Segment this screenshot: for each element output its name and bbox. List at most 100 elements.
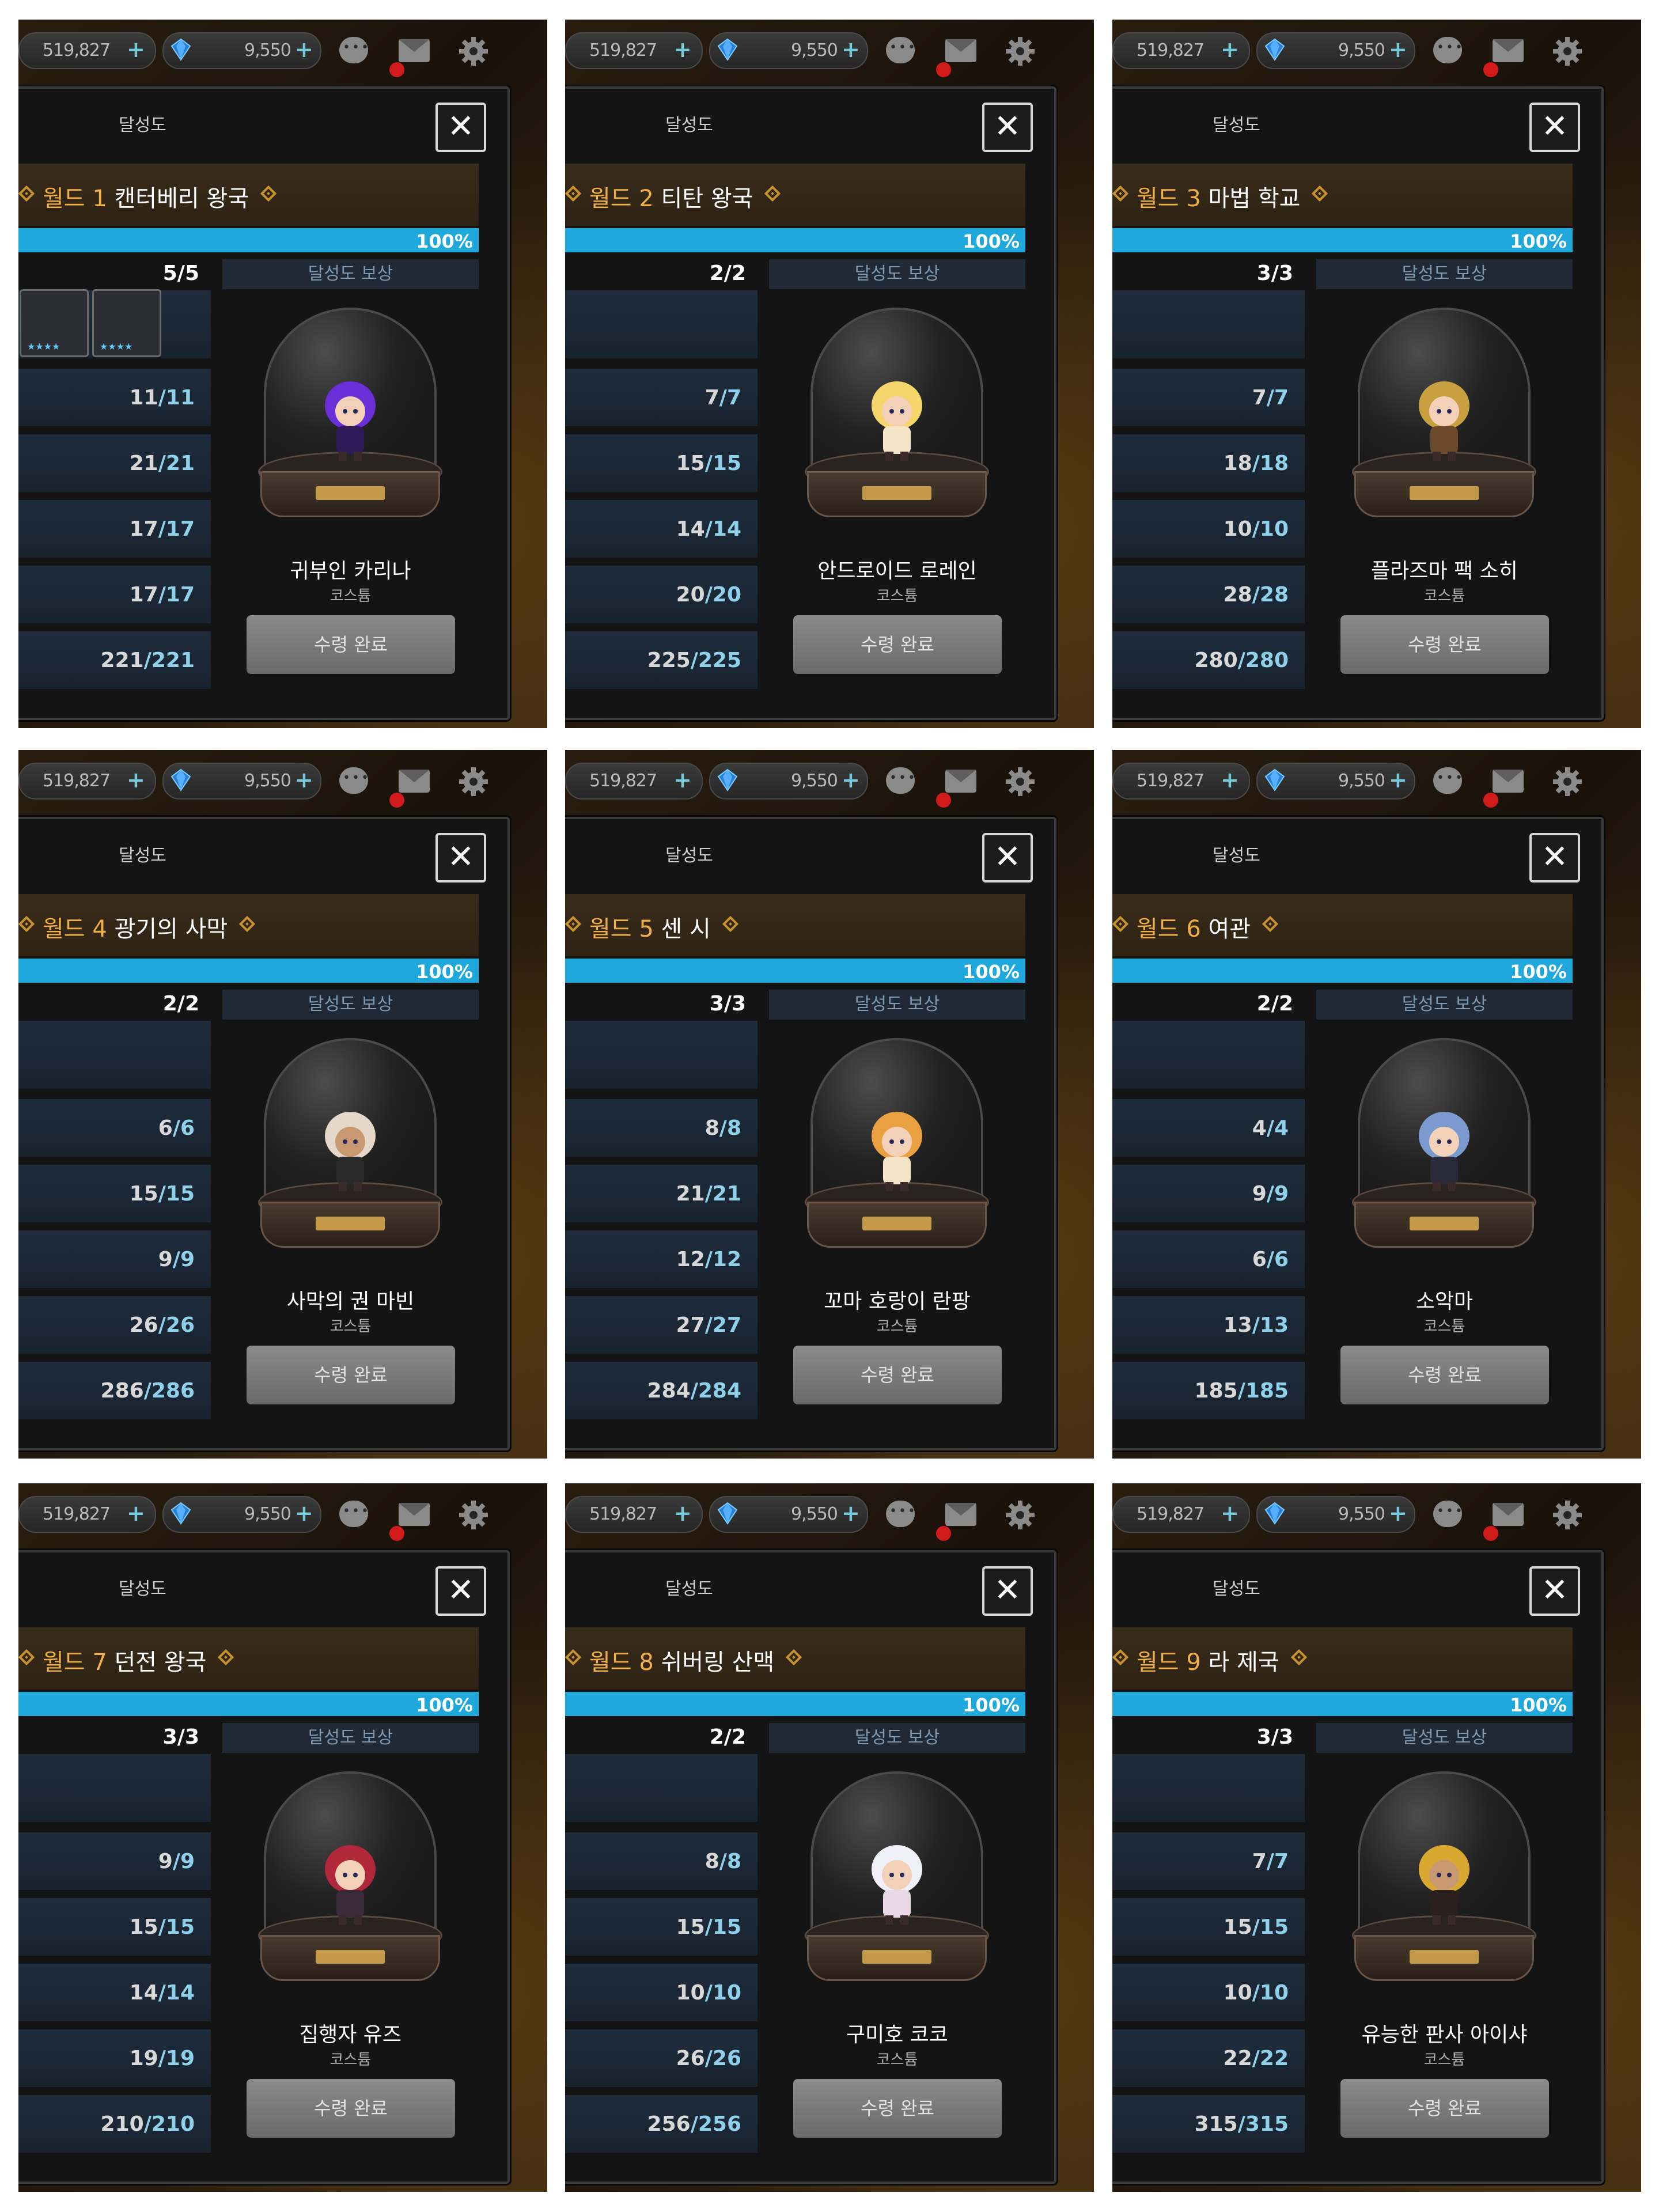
reward-name: 플라즈마 팩 소히 (1371, 559, 1518, 583)
gear-icon[interactable] (458, 36, 489, 67)
costume-thumbnail[interactable]: ★★★★ (92, 289, 161, 357)
gold-plus-icon[interactable]: + (673, 37, 692, 62)
gold-plus-icon[interactable]: + (673, 767, 692, 793)
progress-row: 221/221 (18, 631, 211, 689)
progress-fill (18, 228, 479, 252)
chat-icon[interactable] (1433, 767, 1462, 794)
claimed-button[interactable]: 수령 완료 (793, 1346, 1002, 1404)
chat-icon[interactable] (886, 37, 915, 63)
gold-plus-icon[interactable]: + (1221, 1501, 1239, 1526)
claimed-button[interactable]: 수령 완료 (793, 615, 1002, 674)
costume-character-figure (1419, 1845, 1469, 1925)
mail-icon[interactable] (1493, 1503, 1524, 1526)
gold-plus-icon[interactable]: + (673, 1501, 692, 1526)
gear-icon[interactable] (1552, 1499, 1583, 1531)
close-button[interactable]: ✕ (1529, 103, 1580, 152)
gem-plus-icon[interactable]: + (842, 37, 860, 62)
chat-icon[interactable] (339, 37, 368, 63)
gem-plus-icon[interactable]: + (295, 767, 313, 793)
gold-plus-icon[interactable]: + (127, 1501, 145, 1526)
close-button[interactable]: ✕ (1529, 833, 1580, 882)
progress-row: 15/15 (18, 1165, 211, 1222)
gem-plus-icon[interactable]: + (842, 767, 860, 793)
chat-icon[interactable] (886, 1501, 915, 1527)
row-count-current: 8 (704, 1850, 719, 1873)
claimed-button[interactable]: 수령 완료 (1340, 615, 1549, 674)
row-count-current: 8 (704, 1116, 719, 1140)
gold-amount: 519,827 (1137, 771, 1205, 791)
close-button[interactable]: ✕ (982, 1566, 1033, 1616)
gear-icon[interactable] (1552, 36, 1583, 67)
achievement-panel-world-2: 519,827 + 9,550 + • • • 달성도 ✕ 월드 2 티탄 왕국… (565, 20, 1094, 728)
mail-icon[interactable] (945, 39, 976, 62)
claimed-button[interactable]: 수령 완료 (793, 2079, 1002, 2138)
achievement-dialog: 달성도 ✕ 월드 5 센 시 100% 3/3 8/8 21/21 12/12 27/… (565, 817, 1056, 1450)
close-button[interactable]: ✕ (982, 833, 1033, 882)
chat-icon[interactable] (339, 767, 368, 794)
claimed-button[interactable]: 수령 완료 (1340, 1346, 1549, 1404)
close-button[interactable]: ✕ (435, 1566, 486, 1616)
chat-icon[interactable] (1433, 37, 1462, 63)
star-rating-icon: ★★★★ (27, 341, 60, 352)
gem-icon (717, 768, 738, 791)
gem-plus-icon[interactable]: + (1389, 37, 1407, 62)
row-count-total: 185 (1245, 1379, 1289, 1403)
gem-plus-icon[interactable]: + (1389, 1501, 1407, 1526)
row-count-total: 286 (151, 1379, 195, 1403)
mail-icon[interactable] (399, 1503, 430, 1526)
mail-icon[interactable] (1493, 770, 1524, 793)
gem-plus-icon[interactable]: + (1389, 767, 1407, 793)
claimed-button[interactable]: 수령 완료 (247, 615, 455, 674)
notification-dot (936, 1526, 951, 1541)
costume-slot-row (1112, 1754, 1305, 1822)
mail-icon[interactable] (945, 1503, 976, 1526)
gem-plus-icon[interactable]: + (295, 1501, 313, 1526)
total-count: 2/2 (709, 1725, 746, 1749)
progress-label: 100% (1510, 961, 1567, 983)
close-button[interactable]: ✕ (982, 103, 1033, 152)
row-count-current: 9 (1252, 1182, 1267, 1206)
gold-plus-icon[interactable]: + (1221, 767, 1239, 793)
gold-plus-icon[interactable]: + (1221, 37, 1239, 62)
claimed-button[interactable]: 수령 완료 (247, 1346, 455, 1404)
claimed-button[interactable]: 수령 완료 (247, 2079, 455, 2138)
gem-plus-icon[interactable]: + (295, 37, 313, 62)
gem-amount: 9,550 (244, 1504, 291, 1524)
progress-row: 9/9 (18, 1230, 211, 1288)
row-count: 28/28 (1224, 583, 1289, 607)
row-count: 27/27 (676, 1313, 741, 1337)
top-bar: 519,827 + 9,550 + (1112, 750, 1641, 811)
gear-icon[interactable] (1005, 36, 1036, 67)
row-count: 14/14 (676, 517, 741, 541)
gold-plus-icon[interactable]: + (127, 37, 145, 62)
costume-thumbnail[interactable]: ★★★★ (20, 289, 89, 357)
progress-row: 15/15 (18, 1898, 211, 1956)
close-button[interactable]: ✕ (435, 833, 486, 882)
row-count-current: 185 (1194, 1379, 1238, 1403)
achievement-dialog: 달성도 ✕ 월드 4 광기의 사막 100% 2/2 6/6 15/15 9/9 26… (18, 817, 510, 1450)
reward-type: 코스튬 (876, 588, 918, 605)
gear-icon[interactable] (458, 766, 489, 797)
progress-fill (565, 228, 1025, 252)
gear-icon[interactable] (1005, 766, 1036, 797)
gear-icon[interactable] (1005, 1499, 1036, 1531)
total-count: 3/3 (1256, 1725, 1293, 1749)
claimed-button[interactable]: 수령 완료 (1340, 2079, 1549, 2138)
mail-icon[interactable] (399, 39, 430, 62)
chat-icon[interactable] (886, 767, 915, 794)
reward-header: 달성도 보상 (1316, 1723, 1573, 1753)
gold-plus-icon[interactable]: + (127, 767, 145, 793)
row-count-total: 9 (180, 1248, 195, 1271)
mail-icon[interactable] (1493, 39, 1524, 62)
chat-icon[interactable] (339, 1501, 368, 1527)
mail-icon[interactable] (399, 770, 430, 793)
chat-icon[interactable] (1433, 1501, 1462, 1527)
mail-icon[interactable] (945, 770, 976, 793)
gear-icon[interactable] (458, 1499, 489, 1531)
gear-icon[interactable] (1552, 766, 1583, 797)
gem-plus-icon[interactable]: + (842, 1501, 860, 1526)
close-button[interactable]: ✕ (1529, 1566, 1580, 1616)
diamond-icon (565, 185, 582, 202)
row-count-total: 12 (712, 1248, 741, 1271)
close-button[interactable]: ✕ (435, 103, 486, 152)
